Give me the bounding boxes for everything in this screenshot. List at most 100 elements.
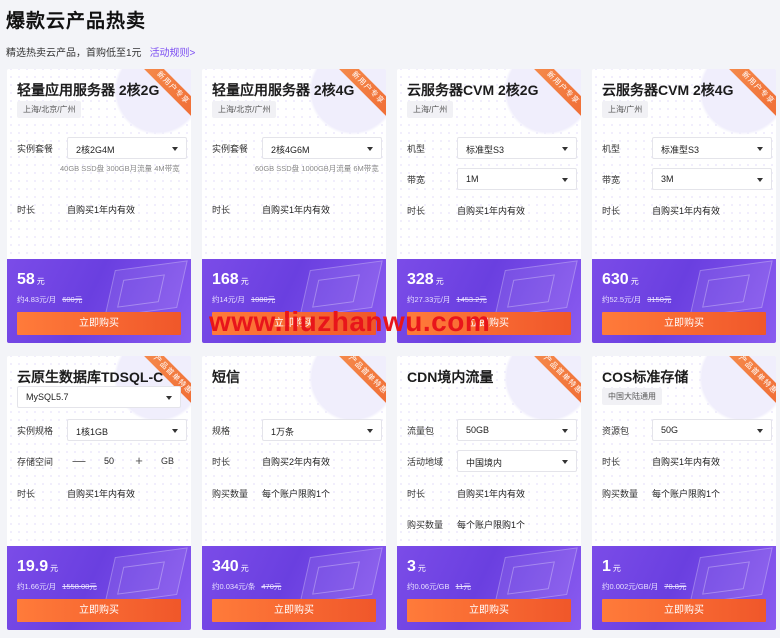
original-price: 600元 — [62, 295, 83, 304]
storage-stepper: — 50 + GB — [67, 450, 175, 472]
chevron-down-icon — [166, 396, 172, 400]
price: 168 元 — [212, 271, 249, 289]
card-title: 短信 — [212, 369, 240, 385]
bandwidth-select[interactable]: 1M — [457, 168, 577, 190]
row-value: 自购买2年内有效 — [262, 457, 331, 467]
bandwidth-select[interactable]: 3M — [652, 168, 772, 190]
subtitle-text: 精选热卖云产品，首购低至1元 — [6, 48, 142, 59]
price-value: 328 — [407, 271, 434, 288]
package-note: 40GB SSD盘 300GB月流量 4M带宽 — [60, 164, 180, 173]
db-version-select[interactable]: MySQL5.7 — [17, 386, 181, 408]
card-title: CDN境内流量 — [407, 369, 494, 385]
traffic-package-select[interactable]: 50GB — [457, 419, 577, 441]
region-select[interactable]: 中国境内 — [457, 450, 577, 472]
card-title: 云服务器CVM 2核2G — [407, 82, 539, 98]
promo-ribbon: 产品首单特惠 — [727, 356, 776, 406]
stepper-value[interactable]: 50 — [91, 450, 127, 472]
price-value: 1 — [602, 558, 611, 575]
option-row: 时长 自购买1年内有效 — [17, 482, 181, 504]
row-label: 带宽 — [602, 175, 621, 185]
original-price: 1080元 — [250, 295, 276, 304]
card-title: 轻量应用服务器 2核2G — [17, 82, 160, 98]
price: 340 元 — [212, 558, 249, 576]
price-value: 19.9 — [17, 558, 49, 575]
instance-spec-select[interactable]: 1核1GB — [67, 419, 187, 441]
option-row: 购买数量 每个账户限购1个 — [602, 482, 766, 504]
per-unit-price: 约14元/月 — [212, 295, 245, 304]
price: 1元 — [602, 558, 621, 576]
chevron-down-icon — [367, 429, 373, 433]
price-unit: 元 — [240, 564, 249, 573]
option-row: MySQL5.7 — [17, 386, 181, 408]
product-card: 短信 产品首单特惠 规格 1万条 时长 自购买2年内有效 购买数量 每个账户限购… — [202, 356, 386, 630]
product-card: COS标准存储 中国大陆通用 产品首单特惠 资源包 50G 时长 自购买1年内有… — [592, 356, 776, 630]
resource-package-select[interactable]: 50G — [652, 419, 772, 441]
option-row: 资源包 50G — [602, 419, 772, 441]
option-row: 实例规格 1核1GB — [17, 419, 187, 441]
option-row: 活动地域 中国境内 — [407, 450, 577, 472]
buy-button[interactable]: 立即购买 — [407, 599, 571, 622]
product-card: 云服务器CVM 2核2G 上海/广州 新用户专享 机型 标准型S3 带宽 1M … — [397, 69, 581, 343]
promo-ribbon: 产品首单特惠 — [532, 356, 581, 406]
row-label: 时长 — [17, 205, 36, 215]
product-grid: 轻量应用服务器 2核2G 上海/北京/广州 新用户专享 实例套餐 2核2G4M … — [7, 69, 776, 630]
select-value: 1万条 — [271, 427, 295, 437]
select-value: 3M — [661, 174, 674, 184]
promo-ribbon: 新用户专享 — [727, 69, 776, 119]
plus-icon[interactable]: + — [127, 450, 151, 472]
region-tag: 上海/北京/广州 — [17, 101, 82, 118]
option-row: 实例套餐 2核2G4M — [17, 137, 187, 159]
buy-button[interactable]: 立即购买 — [17, 312, 181, 335]
price-detail: 约0.002元/GB/月 70.8元 — [602, 581, 686, 592]
row-value: 自购买1年内有效 — [67, 205, 136, 215]
package-select[interactable]: 2核4G6M — [262, 137, 382, 159]
per-unit-price: 约4.83元/月 — [17, 295, 57, 304]
price-detail: 约52.5元/月 3150元 — [602, 294, 671, 305]
select-value: 2核2G4M — [76, 145, 115, 155]
region-tag: 上海/广州 — [602, 101, 649, 118]
original-price: 1453.2元 — [456, 295, 487, 304]
option-row: 流量包 50GB — [407, 419, 577, 441]
spec-select[interactable]: 1万条 — [262, 419, 382, 441]
price: 58 元 — [17, 271, 45, 289]
instance-type-select[interactable]: 标准型S3 — [457, 137, 577, 159]
package-select[interactable]: 2核2G4M — [67, 137, 187, 159]
price-detail: 约27.33元/月 1453.2元 — [407, 294, 487, 305]
price-value: 340 — [212, 558, 239, 575]
buy-button[interactable]: 立即购买 — [212, 599, 376, 622]
option-row: 规格 1万条 — [212, 419, 382, 441]
product-card: 轻量应用服务器 2核2G 上海/北京/广州 新用户专享 实例套餐 2核2G4M … — [7, 69, 191, 343]
card-title: COS标准存储 — [602, 369, 689, 385]
buy-button[interactable]: 立即购买 — [602, 312, 766, 335]
card-title: 轻量应用服务器 2核4G — [212, 82, 355, 98]
buy-button[interactable]: 立即购买 — [17, 599, 181, 622]
price-detail: 约4.83元/月 600元 — [17, 294, 82, 305]
option-row: 机型 标准型S3 — [602, 137, 772, 159]
price-band: 19.9 元 约1.66元/月 1558.08元 立即购买 — [7, 546, 191, 630]
row-label: 活动地域 — [407, 457, 444, 467]
buy-button[interactable]: 立即购买 — [407, 312, 571, 335]
price-band: 1元 约0.002元/GB/月 70.8元 立即购买 — [592, 546, 776, 630]
instance-type-select[interactable]: 标准型S3 — [652, 137, 772, 159]
row-label: 资源包 — [602, 426, 630, 436]
original-price: 3150元 — [647, 295, 672, 304]
package-note: 60GB SSD盘 1000GB月流量 6M带宽 — [255, 164, 379, 173]
row-label: 流量包 — [407, 426, 435, 436]
minus-icon[interactable]: — — [67, 450, 91, 472]
chevron-down-icon — [172, 147, 178, 151]
chevron-down-icon — [757, 429, 763, 433]
select-value: 50GB — [466, 425, 490, 435]
price-value: 3 — [407, 558, 416, 575]
row-label: 时长 — [212, 457, 231, 467]
page-header: 爆款云产品热卖 精选热卖云产品，首购低至1元 活动规则> — [6, 6, 195, 59]
buy-button[interactable]: 立即购买 — [212, 312, 376, 335]
price-unit: 元 — [630, 277, 639, 286]
buy-button[interactable]: 立即购买 — [602, 599, 766, 622]
product-card: 云原生数据库TDSQL-C 产品首单特惠 MySQL5.7 实例规格 1核1GB… — [7, 356, 191, 630]
rules-link[interactable]: 活动规则> — [150, 48, 196, 59]
row-label: 购买数量 — [602, 489, 639, 499]
price-value: 630 — [602, 271, 629, 288]
option-row: 时长 自购买1年内有效 — [407, 482, 571, 504]
page-subtitle: 精选热卖云产品，首购低至1元 活动规则> — [6, 44, 195, 59]
select-value: 标准型S3 — [466, 145, 505, 155]
